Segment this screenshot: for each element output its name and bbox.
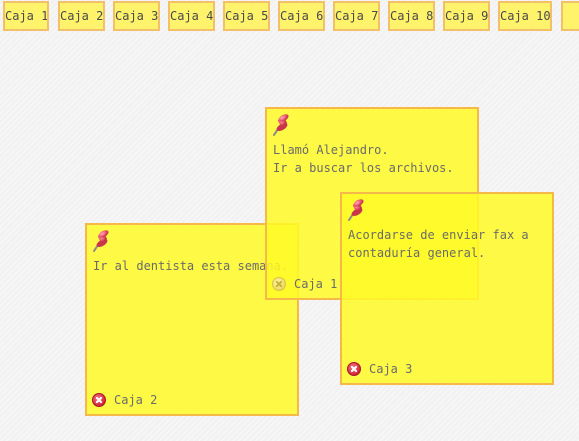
tab-bar: Caja 1 Caja 2 Caja 3 Caja 4 Caja 5 Caja … — [0, 0, 579, 40]
pushpin-icon[interactable] — [271, 113, 291, 137]
note-text-line: Llamó Alejandro. — [273, 143, 389, 157]
note-footer-label: Caja 2 — [114, 393, 158, 407]
note-footer-label: Caja 3 — [369, 362, 413, 376]
note-text-line: contaduría general. — [348, 246, 486, 260]
tab-caja-4[interactable]: Caja 4 — [168, 1, 215, 31]
close-icon[interactable] — [347, 362, 361, 376]
note-text-line: Acordarse de enviar fax a — [348, 228, 529, 242]
pushpin-icon[interactable] — [346, 198, 366, 222]
note-text: Ir al dentista esta semana. — [93, 257, 291, 275]
close-icon[interactable] — [92, 393, 106, 407]
tab-caja-8[interactable]: Caja 8 — [388, 1, 435, 31]
note-text: Acordarse de enviar fax a contaduría gen… — [348, 226, 546, 262]
tab-caja-1[interactable]: Caja 1 — [3, 1, 49, 31]
note-text-line: Ir a buscar los archivos. — [273, 161, 454, 175]
note-footer: Caja 1 — [272, 276, 337, 292]
note-footer: Caja 3 — [347, 361, 412, 377]
note-caja-3[interactable]: Acordarse de enviar fax a contaduría gen… — [340, 192, 554, 385]
tab-caja-10[interactable]: Caja 10 — [498, 1, 552, 31]
tab-caja-2[interactable]: Caja 2 — [58, 1, 105, 31]
pushpin-icon[interactable] — [91, 229, 111, 253]
tab-caja-9[interactable]: Caja 9 — [443, 1, 490, 31]
tab-caja-3[interactable]: Caja 3 — [113, 1, 160, 31]
tab-caja-11-partial[interactable] — [561, 1, 579, 31]
note-footer-label: Caja 1 — [294, 277, 338, 291]
note-text-line: Ir al dentista esta semana. — [93, 259, 289, 273]
close-icon[interactable] — [272, 277, 286, 291]
note-footer: Caja 2 — [92, 392, 157, 408]
tab-caja-7[interactable]: Caja 7 — [333, 1, 380, 31]
note-text: Llamó Alejandro. Ir a buscar los archivo… — [273, 141, 471, 177]
tab-caja-6[interactable]: Caja 6 — [278, 1, 325, 31]
tab-caja-5[interactable]: Caja 5 — [223, 1, 270, 31]
